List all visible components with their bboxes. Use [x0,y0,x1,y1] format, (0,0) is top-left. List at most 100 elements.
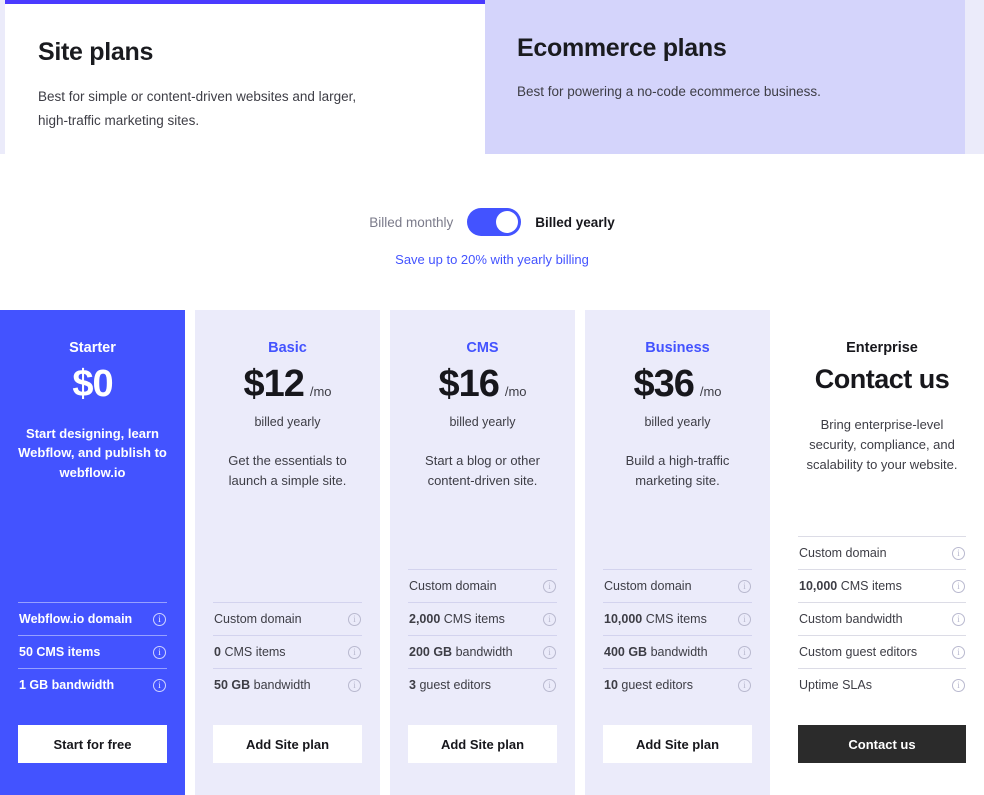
billing-toggle-row: Billed monthly Billed yearly [369,208,615,236]
plan-price-business: $36 [633,363,694,405]
info-icon[interactable]: i [738,612,751,626]
yearly-savings-note[interactable]: Save up to 20% with yearly billing [395,252,589,267]
plan-card-basic[interactable]: Basic $12 /mo billed yearly Get the esse… [195,310,380,795]
feature-row: 400 GB bandwidth i [603,635,752,668]
feature-label: Custom domain [214,612,302,626]
feature-row: Custom domain i [603,569,752,602]
feature-value: 0 [214,645,221,659]
feature-label: CMS items [224,645,286,659]
feature-label: Uptime SLAs [799,678,872,692]
plan-name-cms: CMS [466,340,499,356]
plan-features-enterprise: Custom domain i 10,000 CMS items i Custo… [798,536,966,701]
feature-row: 10,000 CMS items i [798,569,966,602]
feature-label: guest editors [621,678,693,692]
plan-features-business: Custom domain i 10,000 CMS items i 400 G… [603,569,752,701]
info-icon[interactable]: i [952,546,965,560]
plan-card-cms[interactable]: CMS $16 /mo billed yearly Start a blog o… [390,310,575,795]
plan-name-business: Business [645,340,710,356]
feature-value: 2,000 [409,612,441,626]
plan-features-basic: Custom domain i 0 CMS items i 50 GB band… [213,602,362,701]
info-icon[interactable]: i [952,612,965,626]
tab-site-plans-description: Best for simple or content-driven websit… [38,89,357,128]
feature-row: 200 GB bandwidth i [408,635,557,668]
feature-row: Uptime SLAs i [798,668,966,701]
plan-name-basic: Basic [268,340,307,356]
info-icon[interactable]: i [153,612,166,626]
feature-label: bandwidth [455,645,513,659]
plan-price-starter: $0 [72,363,113,405]
tab-site-plans[interactable]: Site plans Best for simple or content-dr… [5,0,485,154]
plan-features-starter: Webflow.io domain i 50 CMS items i 1 GB … [18,602,167,701]
plan-price-row-enterprise: Contact us [798,364,966,395]
feature-row: 10,000 CMS items i [603,602,752,635]
feature-row: 2,000 CMS items i [408,602,557,635]
tab-site-plans-title: Site plans [38,38,154,66]
feature-value: 50 [19,645,33,659]
plan-price-row-cms: $16 /mo [408,363,557,406]
feature-value: 10 [604,678,618,692]
info-icon[interactable]: i [153,678,166,692]
info-icon[interactable]: i [738,579,751,593]
info-icon[interactable]: i [348,612,361,626]
feature-label: Custom bandwidth [799,612,903,626]
feature-value: 10,000 [604,612,643,626]
plan-card-enterprise[interactable]: Enterprise Contact us Bring enterprise-l… [780,310,984,795]
feature-label: CMS items [645,612,707,626]
feature-label: CMS items [36,645,101,659]
info-icon[interactable]: i [543,645,556,659]
feature-row: 1 GB bandwidth i [18,668,167,701]
feature-row: Custom bandwidth i [798,602,966,635]
info-icon[interactable]: i [153,645,166,659]
billing-period-section: Billed monthly Billed yearly Save up to … [0,208,984,267]
plan-cards: Starter $0 Start designing, learn Webflo… [0,310,984,795]
info-icon[interactable]: i [952,678,965,692]
info-icon[interactable]: i [543,612,556,626]
plan-price-enterprise: Contact us [814,364,950,394]
feature-row: 50 GB bandwidth i [213,668,362,701]
plan-price-row-basic: $12 /mo [213,363,362,406]
feature-label: CMS items [840,579,902,593]
feature-label: Custom guest editors [799,645,918,659]
start-for-free-button[interactable]: Start for free [18,725,167,763]
feature-label: bandwidth [51,678,115,692]
plan-price-basic: $12 [243,363,304,405]
plan-card-starter[interactable]: Starter $0 Start designing, learn Webflo… [0,310,185,795]
info-icon[interactable]: i [348,678,361,692]
billing-period-toggle[interactable] [467,208,522,236]
info-icon[interactable]: i [543,579,556,593]
add-site-plan-button-business[interactable]: Add Site plan [603,725,752,763]
pricing-page: Site plans Best for simple or content-dr… [0,0,984,795]
info-icon[interactable]: i [543,678,556,692]
feature-value: 400 GB [604,645,648,659]
plan-description-enterprise: Bring enterprise-level security, complia… [806,417,958,473]
plan-price-unit-cms: /mo [504,384,527,399]
contact-us-button[interactable]: Contact us [798,725,966,763]
feature-row: Custom domain i [213,602,362,635]
tab-ecommerce-plans[interactable]: Ecommerce plans Best for powering a no-c… [485,0,965,154]
billed-monthly-label[interactable]: Billed monthly [369,215,453,230]
info-icon[interactable]: i [738,645,751,659]
plan-description-business: Build a high-traffic marketing site. [625,452,730,488]
tab-ecommerce-plans-description: Best for powering a no-code ecommerce bu… [517,84,821,99]
feature-row: Webflow.io domain i [18,602,167,635]
add-site-plan-button-basic[interactable]: Add Site plan [213,725,362,763]
feature-row: 0 CMS items i [213,635,362,668]
plan-price-row-business: $36 /mo [603,363,752,406]
feature-label: Custom domain [409,579,497,593]
info-icon[interactable]: i [348,645,361,659]
plan-description-starter: Start designing, learn Webflow, and publ… [18,425,167,480]
plan-price-unit-business: /mo [699,384,722,399]
plan-description-basic: Get the essentials to launch a simple si… [228,452,347,488]
add-site-plan-button-cms[interactable]: Add Site plan [408,725,557,763]
info-icon[interactable]: i [738,678,751,692]
plan-card-business[interactable]: Business $36 /mo billed yearly Build a h… [585,310,770,795]
plan-features-cms: Custom domain i 2,000 CMS items i 200 GB… [408,569,557,701]
feature-label: CMS items [443,612,505,626]
info-icon[interactable]: i [952,579,965,593]
info-icon[interactable]: i [952,645,965,659]
billed-yearly-label[interactable]: Billed yearly [535,215,615,230]
toggle-knob [496,211,519,233]
feature-label: guest editors [419,678,492,692]
feature-row: 10 guest editors i [603,668,752,701]
feature-row: 50 CMS items i [18,635,167,668]
